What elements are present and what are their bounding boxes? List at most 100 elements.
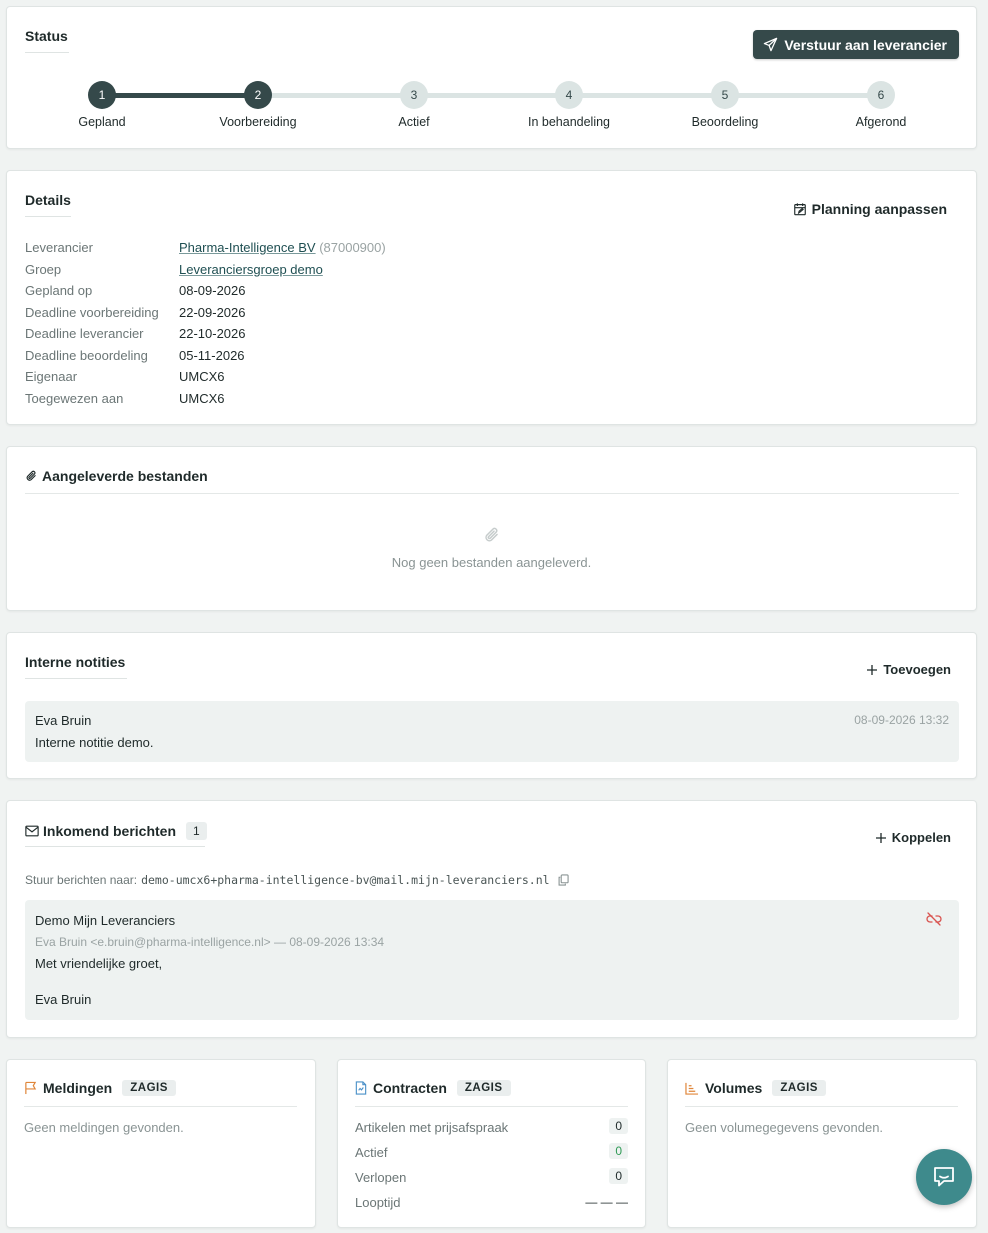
stat-row: Actief 0 [355, 1143, 628, 1160]
files-card: Aangeleverde bestanden Nog geen bestande… [6, 446, 977, 611]
contracten-title: Contracten ZAGIS [355, 1080, 511, 1096]
document-icon [355, 1081, 367, 1095]
status-title: Status [25, 28, 68, 44]
stat-value: 0 [609, 1143, 628, 1159]
detail-label: Deadline leverancier [25, 326, 144, 341]
message-body-line1: Met vriendelijke groet, [35, 956, 163, 971]
link-message-label: Koppelen [891, 830, 951, 845]
details-title: Details [25, 192, 71, 208]
paper-plane-icon [763, 37, 778, 52]
step-5-circle[interactable]: 5 [711, 81, 739, 109]
stat-label: Verlopen [355, 1170, 407, 1185]
status-title-underline [25, 52, 69, 53]
planning-adjust-button[interactable]: Planning aanpassen [793, 201, 947, 217]
contracten-card: Contracten ZAGIS Artikelen met prijsafsp… [337, 1059, 646, 1228]
stat-row: Verlopen 0 [355, 1168, 628, 1185]
send-to-row: Stuur berichten naar: demo-umcx6+pharma-… [25, 873, 569, 887]
volumes-divider [685, 1106, 958, 1107]
calendar-edit-icon [793, 202, 807, 216]
notes-title: Interne notities [25, 654, 126, 670]
contracten-tag: ZAGIS [456, 1080, 511, 1096]
volumes-tag: ZAGIS [772, 1080, 826, 1096]
step-4-label: In behandeling [527, 115, 611, 129]
detail-label: Gepland op [25, 283, 93, 298]
detail-label: Eigenaar [25, 369, 78, 384]
detail-label: Deadline voorbereiding [25, 305, 159, 320]
meldingen-divider [24, 1106, 297, 1107]
detail-label: Leverancier [25, 240, 93, 255]
send-to-supplier-button[interactable]: Verstuur aan leverancier [753, 30, 959, 59]
link-message-button[interactable]: Koppelen [875, 830, 951, 845]
step-3-circle[interactable]: 3 [400, 81, 428, 109]
copy-icon[interactable] [558, 874, 569, 886]
details-card: Details Planning aanpassen Leverancier P… [6, 170, 977, 425]
detail-label: Toegewezen aan [25, 391, 124, 406]
files-empty-text: Nog geen bestanden aangeleverd. [391, 555, 592, 570]
note-timestamp: 08-09-2026 13:32 [854, 713, 949, 727]
step-5-label: Beoordeling [691, 115, 759, 129]
stat-row: Looptijd — — — [355, 1195, 628, 1210]
progress-line-done [103, 93, 259, 98]
step-6-label: Afgerond [855, 115, 907, 129]
contracten-divider [355, 1106, 628, 1107]
plus-icon [866, 664, 878, 676]
notes-title-underline [25, 678, 127, 679]
supplier-link[interactable]: Pharma-Intelligence BV [179, 240, 316, 255]
paperclip-empty-icon [483, 525, 501, 545]
detail-value: Leveranciersgroep demo [179, 262, 323, 277]
step-2-circle[interactable]: 2 [244, 81, 272, 109]
unlink-icon[interactable] [926, 912, 942, 926]
messages-title-text: Inkomend berichten [43, 823, 177, 839]
detail-value: 22-10-2026 [179, 326, 246, 341]
stat-label: Actief [355, 1145, 388, 1160]
meldingen-card: Meldingen ZAGIS Geen meldingen gevonden. [6, 1059, 316, 1228]
files-title: Aangeleverde bestanden [25, 468, 208, 484]
chat-bubble-icon [932, 1166, 956, 1188]
notes-card: Interne notities Toevoegen Eva Bruin 08-… [6, 632, 977, 779]
stat-value: 0 [609, 1168, 628, 1184]
step-4-circle[interactable]: 4 [555, 81, 583, 109]
detail-value: Pharma-Intelligence BV (87000900) [179, 240, 386, 255]
stat-row: Artikelen met prijsafspraak 0 [355, 1118, 628, 1135]
send-to-label: Stuur berichten naar: [25, 873, 138, 887]
step-6-circle[interactable]: 6 [867, 81, 895, 109]
step-2-label: Voorbereiding [219, 115, 297, 129]
send-to-address[interactable]: demo-umcx6+pharma-intelligence-bv@mail.m… [141, 873, 550, 887]
supplier-code: (87000900) [319, 240, 386, 255]
plus-icon [875, 832, 887, 844]
send-to-supplier-label: Verstuur aan leverancier [784, 36, 947, 53]
messages-title-underline [25, 846, 205, 847]
volumes-empty-text: Geen volumegegevens gevonden. [685, 1120, 884, 1135]
group-link[interactable]: Leveranciersgroep demo [179, 262, 323, 277]
status-card: Status Verstuur aan leverancier 1 2 3 4 … [6, 6, 977, 149]
detail-value: 05-11-2026 [179, 348, 245, 363]
step-1-label: Gepland [78, 115, 126, 129]
envelope-icon [25, 825, 39, 837]
meldingen-title-text: Meldingen [43, 1080, 113, 1096]
paperclip-icon [25, 469, 38, 483]
message-item[interactable]: Demo Mijn Leveranciers Eva Bruin <e.brui… [25, 900, 959, 1020]
flag-icon [24, 1081, 37, 1095]
volumes-title-text: Volumes [705, 1080, 763, 1096]
note-item: Eva Bruin 08-09-2026 13:32 Interne notit… [25, 701, 959, 762]
message-body-line2: Eva Bruin [35, 992, 92, 1007]
stat-label: Looptijd [355, 1195, 401, 1210]
contracten-title-text: Contracten [373, 1080, 447, 1096]
chat-button[interactable] [916, 1149, 972, 1205]
messages-card: Inkomend berichten 1 Koppelen Stuur beri… [6, 800, 977, 1038]
detail-value: UMCX6 [179, 369, 225, 384]
stat-value: — — — [585, 1195, 628, 1209]
note-author: Eva Bruin [35, 713, 92, 728]
meldingen-tag: ZAGIS [122, 1080, 176, 1096]
detail-value: 08-09-2026 [179, 283, 246, 298]
note-text: Interne notitie demo. [35, 735, 154, 750]
detail-label: Groep [25, 262, 62, 277]
step-1-circle[interactable]: 1 [88, 81, 116, 109]
stat-label: Artikelen met prijsafspraak [355, 1120, 509, 1135]
detail-value: 22-09-2026 [179, 305, 246, 320]
volumes-title: Volumes ZAGIS [685, 1080, 826, 1096]
meldingen-empty-text: Geen meldingen gevonden. [24, 1120, 184, 1135]
add-note-button[interactable]: Toevoegen [866, 662, 951, 677]
detail-value: UMCX6 [179, 391, 225, 406]
messages-count-badge: 1 [186, 822, 207, 840]
